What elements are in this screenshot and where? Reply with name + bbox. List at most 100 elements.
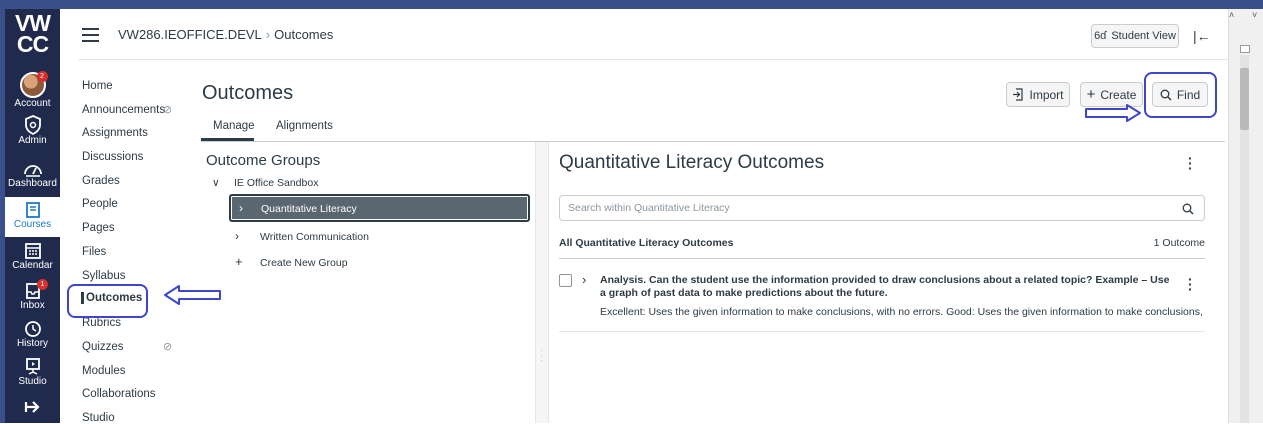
- import-icon: [1013, 88, 1024, 101]
- breadcrumb-course-link[interactable]: VW286.IEOFFICE.DEVL: [118, 27, 262, 42]
- outcome-title[interactable]: Analysis. Can the student use the inform…: [600, 274, 1170, 300]
- breadcrumb-current: Outcomes: [274, 27, 334, 42]
- plus-icon: +: [235, 254, 243, 269]
- hamburger-menu-icon[interactable]: [82, 28, 99, 42]
- chevron-down-icon: ∨: [212, 177, 220, 189]
- tree-item-written-communication[interactable]: › Written Communication: [235, 229, 369, 243]
- outcome-count: 1 Outcome: [1153, 237, 1205, 249]
- global-nav-calendar-label: Calendar: [12, 260, 53, 271]
- global-nav-courses-label: Courses: [13, 219, 52, 230]
- create-label: Create: [1100, 87, 1137, 102]
- course-nav-files[interactable]: Files: [82, 246, 106, 258]
- clock-icon: [24, 321, 41, 337]
- list-divider: [559, 258, 1205, 259]
- logo[interactable]: VWCC: [5, 12, 60, 56]
- course-nav-announcements[interactable]: Announcements: [82, 104, 165, 116]
- annotation-arrow-right-icon: [1085, 104, 1141, 122]
- tree-root-sandbox[interactable]: ∨ IE Office Sandbox: [212, 177, 318, 189]
- tree-item-label: Quantitative Literacy: [261, 203, 357, 215]
- scroll-down-icon[interactable]: ˅: [1252, 10, 1257, 20]
- search-icon[interactable]: [1182, 203, 1194, 215]
- collapse-arrow-icon[interactable]: |←: [1193, 28, 1211, 44]
- drag-handle-icon: · · ·: [540, 346, 543, 365]
- global-nav-account-label: Account: [14, 98, 51, 109]
- all-outcomes-label: All Quantitative Literacy Outcomes: [559, 237, 734, 249]
- course-nav-studio[interactable]: Studio: [82, 412, 115, 424]
- global-nav-dashboard[interactable]: Dashboard: [5, 160, 60, 198]
- chevron-right-icon[interactable]: ›: [582, 272, 586, 287]
- annotation-arrow-left-icon: [164, 285, 221, 305]
- tab-manage[interactable]: Manage: [213, 120, 255, 132]
- breadcrumb: VW286.IEOFFICE.DEVL › Outcomes: [118, 27, 333, 42]
- tabs-divider: [201, 141, 1225, 142]
- create-new-group-label: Create New Group: [260, 257, 348, 269]
- breadcrumb-separator: ›: [265, 27, 271, 42]
- global-nav-courses[interactable]: Courses: [5, 197, 60, 237]
- student-view-label: Student View: [1111, 30, 1176, 42]
- chevron-right-icon: ›: [235, 229, 239, 243]
- global-nav-inbox[interactable]: 1 Inbox: [5, 279, 60, 321]
- chevron-right-icon: ›: [239, 201, 243, 215]
- course-nav-home[interactable]: Home: [82, 80, 113, 92]
- annotation-outcomes-highlight: [67, 284, 148, 318]
- page-title: Outcomes: [202, 82, 294, 104]
- glasses-icon: 6ɗ: [1094, 30, 1107, 42]
- scroll-up-icon[interactable]: ˄: [1229, 10, 1234, 20]
- course-nav-grades[interactable]: Grades: [82, 175, 120, 187]
- tree-root-label: IE Office Sandbox: [234, 177, 319, 189]
- eye-slash-icon: ⊘: [163, 341, 173, 353]
- studio-icon: [25, 358, 40, 375]
- global-nav-calendar[interactable]: Calendar: [5, 241, 60, 281]
- avatar: 2: [19, 71, 48, 98]
- global-nav-dashboard-label: Dashboard: [8, 178, 57, 189]
- header-divider: [78, 59, 1228, 60]
- global-nav-admin[interactable]: Admin: [5, 115, 60, 153]
- global-nav-studio[interactable]: Studio: [5, 357, 60, 397]
- scrollbar-mini-icon: [1240, 45, 1250, 53]
- annotation-find-highlight: [1144, 72, 1217, 118]
- global-nav-studio-label: Studio: [18, 376, 47, 387]
- outcome-search-box: [559, 195, 1205, 221]
- outcome-groups-title: Outcome Groups: [206, 152, 321, 169]
- course-nav-people[interactable]: People: [82, 198, 118, 210]
- course-nav-quizzes[interactable]: Quizzes: [82, 341, 124, 353]
- group-options-kebab-icon[interactable]: · · ·: [1188, 151, 1193, 175]
- course-nav-pages[interactable]: Pages: [82, 222, 115, 234]
- import-button[interactable]: Import: [1006, 82, 1070, 107]
- group-detail-title: Quantitative Literacy Outcomes: [559, 152, 825, 173]
- tab-alignments[interactable]: Alignments: [276, 120, 333, 132]
- global-nav-history[interactable]: History: [5, 319, 60, 359]
- global-nav-help[interactable]: [5, 399, 60, 423]
- outcome-options-kebab-icon[interactable]: · · ·: [1188, 272, 1193, 296]
- tree-item-quantitative-literacy[interactable]: › Quantitative Literacy: [229, 194, 530, 222]
- global-nav-inbox-label: Inbox: [20, 300, 45, 311]
- global-nav-admin-label: Admin: [18, 135, 47, 146]
- global-nav-account[interactable]: 2 Account: [5, 71, 60, 112]
- panel-resize-handle[interactable]: [535, 142, 549, 423]
- plus-icon: +: [1086, 86, 1096, 103]
- global-nav-history-label: History: [16, 338, 49, 349]
- window-frame-top: [0, 0, 1263, 9]
- list-divider: [559, 331, 1205, 332]
- tree-item-label: Written Communication: [260, 231, 369, 243]
- student-view-button[interactable]: 6ɗ Student View: [1091, 24, 1179, 48]
- account-badge: 2: [36, 71, 48, 82]
- scrollbar-thumb[interactable]: [1240, 68, 1249, 130]
- course-nav-rubrics[interactable]: Rubrics: [82, 317, 121, 329]
- create-new-group-button[interactable]: + Create New Group: [235, 254, 348, 269]
- book-icon: [25, 202, 40, 218]
- inbox-badge: 1: [37, 279, 48, 290]
- course-nav-syllabus[interactable]: Syllabus: [82, 270, 125, 282]
- course-nav-collaborations[interactable]: Collaborations: [82, 388, 156, 400]
- outcome-search-input[interactable]: [566, 200, 1166, 216]
- course-nav-assignments[interactable]: Assignments: [82, 127, 148, 139]
- course-nav-modules[interactable]: Modules: [82, 365, 125, 377]
- shield-icon: [24, 115, 41, 135]
- outcome-checkbox[interactable]: [559, 274, 572, 287]
- dashboard-icon: [23, 165, 42, 177]
- course-nav-discussions[interactable]: Discussions: [82, 151, 143, 163]
- global-nav: VWCC 2 Account Admin Dashboard Courses C…: [5, 9, 60, 423]
- eye-slash-icon: ⊘: [163, 104, 173, 116]
- import-label: Import: [1029, 87, 1064, 102]
- calendar-icon: [24, 243, 41, 259]
